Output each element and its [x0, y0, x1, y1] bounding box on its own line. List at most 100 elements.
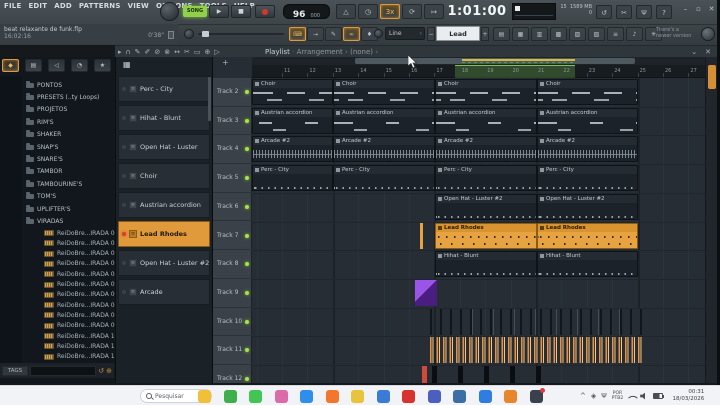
step-edit-icon[interactable]: ↦ — [424, 4, 444, 19]
record-button[interactable] — [255, 5, 275, 18]
mute-icon[interactable]: ⊗ — [164, 47, 170, 57]
track-mute-led[interactable] — [245, 291, 249, 295]
whatsapp-icon[interactable] — [249, 390, 262, 403]
pattern-item[interactable]: ≡Lead Rhodes — [118, 221, 210, 247]
mail-icon[interactable] — [377, 390, 390, 403]
vertical-scrollbar-thumb[interactable] — [708, 65, 716, 89]
play-button[interactable]: ▶ — [209, 5, 229, 18]
browser-file[interactable]: ReiDoBre...IRADA 10 — [44, 331, 118, 341]
browser-folder[interactable]: VIRADAS — [26, 215, 63, 227]
clip[interactable] — [422, 366, 427, 383]
track-mute-led[interactable] — [245, 377, 249, 381]
add-track-icon[interactable]: + — [222, 58, 229, 67]
loop-record-icon[interactable]: ⟳ — [402, 4, 422, 19]
plugin-database-icon[interactable]: ◆ — [2, 59, 19, 72]
edge-icon[interactable] — [300, 390, 313, 403]
history-icon[interactable]: ◔ — [71, 59, 88, 72]
mic-icon[interactable]: Ψ — [636, 5, 652, 19]
track-mute-led[interactable] — [245, 176, 249, 180]
clip[interactable] — [420, 223, 423, 249]
wait-for-input-icon[interactable]: ◷ — [358, 4, 378, 19]
link-icon[interactable]: ∞ — [343, 27, 360, 41]
time-display[interactable]: 1:01:00 — [445, 2, 509, 22]
menu-patterns[interactable]: PATTERNS — [79, 2, 121, 10]
track-header[interactable]: Track 6 — [213, 193, 252, 222]
pattern-previous-button[interactable]: − — [427, 27, 435, 41]
playlist-close-icon[interactable]: ✕ — [705, 48, 711, 56]
controller-icon[interactable]: ◈ — [591, 392, 596, 400]
menu-add[interactable]: ADD — [54, 2, 72, 10]
browser-folder[interactable]: SNAP'S — [26, 141, 58, 153]
browser-folder[interactable]: UPLIFTER'S — [26, 203, 71, 215]
volume-icon[interactable] — [640, 393, 648, 400]
clip-selected[interactable]: Lead Rhodes — [435, 223, 537, 249]
pattern-item[interactable]: ≡Perc - City — [118, 76, 210, 102]
update-notice[interactable]: There's a newer version — [656, 27, 700, 39]
battery-icon[interactable] — [653, 393, 663, 399]
cut-icon[interactable]: ✂ — [616, 5, 632, 19]
clip[interactable]: Austrian accordion — [537, 108, 638, 134]
clip[interactable]: Austrian accordion — [252, 108, 333, 134]
browser-file[interactable]: ReiDoBre...IRADA 02 — [44, 249, 118, 259]
browser-file[interactable]: ReiDoBre...IRADA 00 — [44, 228, 118, 238]
browser-file[interactable]: ReiDoBre...IRADA 11 — [44, 341, 118, 351]
track-lane[interactable]: ChoirChoirChoirChoir — [252, 78, 705, 107]
metronome-icon[interactable]: △ — [336, 4, 356, 19]
clip[interactable]: Open Hat - Luster #2 — [537, 194, 638, 220]
track-header[interactable]: Track 7 — [213, 222, 252, 251]
clip[interactable]: Perc - City — [252, 165, 333, 191]
minimize-button[interactable]: – — [681, 5, 690, 14]
track-mute-led[interactable] — [245, 262, 249, 266]
clip[interactable]: Hihat - Blunt — [537, 251, 638, 277]
zoom-icon[interactable]: ⊕ — [205, 47, 211, 57]
firefox-icon[interactable] — [326, 390, 339, 403]
playlist-horizontal-scrollbar[interactable] — [252, 57, 705, 65]
green-app-icon[interactable] — [224, 390, 237, 403]
piano-roll-toggle-icon[interactable]: ▦ — [512, 27, 529, 41]
chrome-icon[interactable] — [351, 390, 364, 403]
track-mute-led[interactable] — [245, 348, 249, 352]
clip[interactable]: Choir — [333, 79, 435, 105]
select-icon[interactable]: ▭ — [194, 47, 201, 57]
paint-icon[interactable] — [275, 390, 288, 403]
browser-folder[interactable]: SNARE'S — [26, 153, 63, 165]
track-header[interactable]: Track 3 — [213, 107, 252, 136]
track-header[interactable]: Track 12 — [213, 365, 252, 383]
track-lane[interactable]: Perc - CityPerc - CityPerc - CityPerc - … — [252, 164, 705, 193]
pattern-next-button[interactable]: + — [481, 27, 489, 41]
browser-file[interactable]: ReiDoBre...IRADA 03 — [44, 259, 118, 269]
mixer-toggle-icon[interactable]: ▩ — [550, 27, 567, 41]
browser-folder[interactable]: SHAKER — [26, 129, 61, 141]
browser-file[interactable]: ReiDoBre...IRADA 06 — [44, 290, 118, 300]
slip-icon[interactable]: ↔ — [174, 47, 180, 57]
clip[interactable]: Austrian accordion — [333, 108, 435, 134]
clip-selected[interactable]: Lead Rhodes — [537, 223, 638, 249]
help-icon[interactable]: ? — [656, 5, 672, 19]
timeline-ruler[interactable]: 1112131415161718192021222324252627 — [252, 65, 705, 78]
clip[interactable]: Choir — [435, 79, 537, 105]
teams-icon[interactable] — [428, 390, 441, 403]
slice-icon[interactable]: ✂ — [184, 47, 190, 57]
typing-keyboard-icon[interactable]: ⌨ — [289, 27, 306, 41]
browser-file[interactable]: ReiDoBre...IRADA 09 — [44, 321, 118, 331]
obs-icon[interactable] — [453, 390, 466, 403]
clock[interactable]: 00:31 18/03/2026 — [668, 389, 704, 403]
track-header[interactable]: Track 9 — [213, 279, 252, 308]
maximize-button[interactable]: ▫ — [694, 5, 703, 14]
track-header[interactable]: Track 2 — [213, 78, 252, 107]
playlist-collapse-icon[interactable]: ⌄ — [691, 48, 697, 56]
tempo-display[interactable]: 96 000 — [283, 4, 330, 19]
browser-folder[interactable]: PRESETS (..ty Loops) — [26, 91, 99, 103]
track-lane[interactable]: Hihat - BluntHihat - Blunt — [252, 250, 705, 279]
favorites-icon[interactable]: ★ — [94, 59, 111, 72]
pattern-item[interactable]: ≡Austrian accordion — [118, 192, 210, 218]
file-explorer-icon[interactable] — [198, 390, 211, 403]
playlist-vertical-scrollbar[interactable] — [705, 57, 717, 383]
tags-search-input[interactable] — [30, 366, 96, 376]
stop-button[interactable]: ■ — [231, 5, 251, 18]
browser-folder[interactable]: RIM'S — [26, 116, 54, 128]
touch-keyboard-toggle-icon[interactable]: ♪ — [626, 27, 643, 41]
clip[interactable]: Perc - City — [537, 165, 638, 191]
language-indicator[interactable]: POR PTB2 — [612, 391, 623, 401]
track-mute-led[interactable] — [245, 234, 249, 238]
